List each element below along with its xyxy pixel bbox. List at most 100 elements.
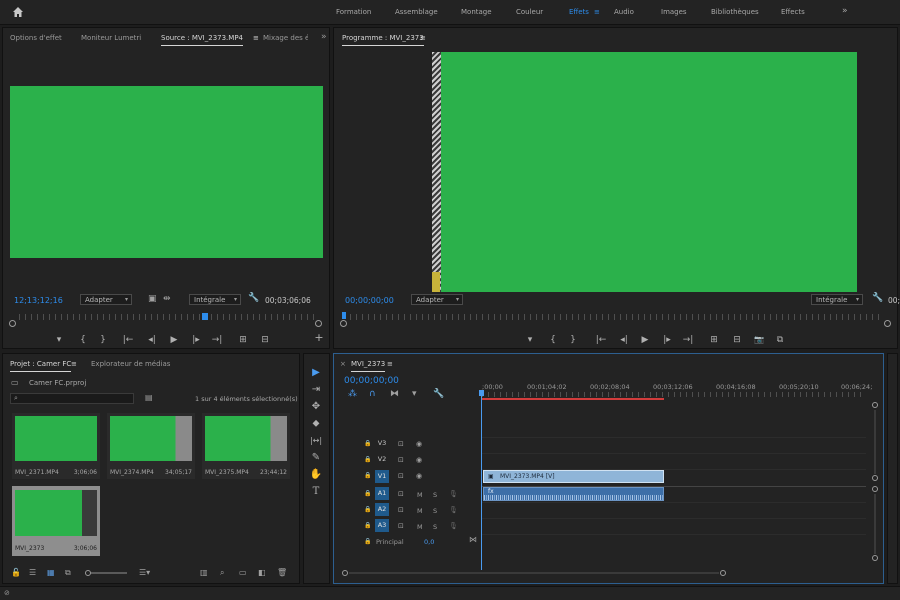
program-fit-select[interactable]: Adapter ▾ — [411, 294, 463, 305]
add-marker-button[interactable]: ▾ — [53, 335, 65, 345]
lock-track-icon[interactable]: 🔒 — [364, 471, 371, 481]
workspace-formation[interactable]: Formation — [336, 8, 371, 16]
sync-lock-icon[interactable]: ⊡ — [398, 489, 404, 499]
freeform-view-icon[interactable]: ⧉ — [65, 568, 71, 578]
mute-button[interactable]: M — [417, 507, 423, 515]
vertical-scroll-mid-handle[interactable] — [872, 475, 878, 481]
workspace-overflow-icon[interactable]: » — [842, 6, 848, 16]
work-area-bar[interactable] — [482, 398, 664, 400]
sync-lock-icon[interactable]: ⊡ — [398, 439, 404, 449]
project-item-mvi-2374[interactable]: MVI_2374.MP4 34;05;17 — [107, 413, 195, 479]
program-play-button[interactable]: ▶ — [639, 335, 651, 345]
track-v3-toggle[interactable]: V3 — [375, 437, 389, 450]
program-scrub-start-handle[interactable] — [340, 320, 347, 327]
workspace-images[interactable]: Images — [661, 8, 687, 16]
list-view-icon[interactable]: ☰ — [29, 568, 36, 578]
vertical-scroll-video[interactable] — [874, 410, 876, 474]
source-playhead[interactable] — [202, 313, 208, 320]
track-a2-toggle[interactable]: A2 — [375, 503, 389, 516]
eye-icon[interactable]: ◉ — [416, 439, 422, 449]
drag-video-icon[interactable]: ⇹ — [163, 294, 171, 304]
eye-icon[interactable]: ◉ — [416, 471, 422, 481]
track-v1-target[interactable]: V1 — [375, 470, 389, 483]
program-playhead[interactable] — [342, 312, 346, 319]
program-mark-in-button[interactable]: { — [547, 335, 559, 345]
sync-lock-icon[interactable]: ⊡ — [398, 521, 404, 531]
timeline-playhead[interactable] — [481, 390, 482, 570]
go-to-end-icon[interactable]: ⋈ — [469, 535, 477, 545]
audio-clip-mvi-2373[interactable]: fx — [483, 487, 664, 501]
status-indicator-icon[interactable]: ⊘ — [4, 589, 10, 597]
linked-selection-icon[interactable]: ⧓ — [390, 389, 399, 399]
source-fit-select[interactable]: Adapter ▾ — [80, 294, 132, 305]
settings-square-icon[interactable]: ▣ — [148, 294, 157, 304]
eye-icon[interactable]: ◉ — [416, 455, 422, 465]
program-step-back-button[interactable]: ◂| — [618, 335, 630, 345]
video-clip-mvi-2373[interactable]: ▣ MVI_2373.MP4 [V] — [483, 470, 664, 483]
new-bin-from-search-icon[interactable]: ▤ — [145, 393, 153, 403]
tab-sequence[interactable]: MVI_2373 — [351, 360, 386, 372]
vertical-scroll-audio-handle[interactable] — [872, 486, 878, 492]
overwrite-button[interactable]: ⊟ — [259, 335, 271, 345]
find-icon[interactable]: ⌕ — [220, 568, 224, 578]
tab-source[interactable]: Source : MVI_2373.MP4 — [161, 34, 243, 46]
source-menu-icon[interactable]: ≡ — [253, 34, 259, 42]
workspace-assemblage[interactable]: Assemblage — [395, 8, 438, 16]
timeline-settings-wrench-icon[interactable]: 🔧 — [433, 389, 444, 399]
razor-tool-icon[interactable]: ⬥ — [309, 417, 323, 431]
source-scrub-end-handle[interactable] — [315, 320, 322, 327]
sort-icons-icon[interactable]: ☰▾ — [139, 568, 150, 578]
source-time-ruler[interactable] — [19, 314, 315, 320]
lift-button[interactable]: ⊞ — [708, 335, 720, 345]
horizontal-scroll-right-handle[interactable] — [720, 570, 726, 576]
solo-button[interactable]: S — [433, 507, 437, 515]
mute-button[interactable]: M — [417, 491, 423, 499]
automate-to-sequence-icon[interactable]: ▥ — [200, 568, 208, 578]
tab-program[interactable]: Programme : MVI_2373 — [342, 34, 424, 46]
program-add-marker-button[interactable]: ▾ — [524, 335, 536, 345]
icon-view-icon[interactable]: ▦ — [47, 568, 55, 578]
microphone-icon[interactable]: 🎙 — [449, 521, 458, 531]
add-marker-icon[interactable]: ▾ — [412, 389, 417, 399]
project-search-input[interactable]: ⌕ — [10, 393, 134, 404]
track-v2-toggle[interactable]: V2 — [375, 453, 389, 466]
project-item-mvi-2375[interactable]: MVI_2375.MP4 23;44;12 — [202, 413, 290, 479]
track-select-tool-icon[interactable]: ⇥ — [309, 383, 323, 397]
track-a1-target[interactable]: A1 — [375, 487, 389, 500]
go-to-out-button[interactable]: →| — [211, 335, 223, 345]
mark-in-button[interactable]: { — [77, 335, 89, 345]
tab-lumetri-monitor[interactable]: Moniteur Lumetri — [81, 34, 141, 42]
sync-lock-icon[interactable]: ⊡ — [398, 471, 404, 481]
project-item-mvi-2373-selected[interactable]: MVI_2373 3;06;06 — [12, 486, 100, 556]
tab-media-browser[interactable]: Explorateur de médias — [91, 360, 170, 368]
new-bin-icon[interactable]: ▭ — [239, 568, 247, 578]
project-menu-icon[interactable]: ≡ — [71, 360, 77, 368]
snap-magnet-icon[interactable]: ∩ — [369, 389, 376, 399]
play-button[interactable]: ▶ — [168, 335, 180, 345]
solo-button[interactable]: S — [433, 523, 437, 531]
workspace-effets[interactable]: Effets — [569, 8, 589, 16]
program-quality-select[interactable]: Intégrale ▾ — [811, 294, 863, 305]
program-menu-icon[interactable]: ≡ — [420, 34, 426, 42]
microphone-icon[interactable]: 🎙 — [449, 505, 458, 515]
timeline-menu-icon[interactable]: ≡ — [387, 360, 393, 368]
timeline-time-ruler[interactable] — [482, 392, 866, 397]
program-go-to-in-button[interactable]: |← — [595, 335, 607, 345]
program-mark-out-button[interactable]: } — [567, 335, 579, 345]
program-timecode[interactable]: 00;00;00;00 — [345, 296, 394, 305]
lock-track-icon[interactable]: 🔒 — [364, 489, 371, 499]
selection-tool-icon[interactable]: ▶ — [309, 366, 323, 380]
program-go-to-out-button[interactable]: →| — [682, 335, 694, 345]
lock-icon[interactable]: 🔓 — [11, 568, 21, 578]
home-icon[interactable] — [12, 6, 24, 18]
extract-button[interactable]: ⊟ — [731, 335, 743, 345]
workspace-bibliotheques[interactable]: Bibliothèques — [711, 8, 759, 16]
master-volume-value[interactable]: 0,0 — [424, 538, 434, 546]
sync-lock-icon[interactable]: ⊡ — [398, 455, 404, 465]
tab-project[interactable]: Projet : Camer FC — [10, 360, 72, 372]
playhead-handle[interactable] — [479, 390, 484, 396]
horizontal-scrollbar[interactable] — [349, 572, 719, 574]
track-a3-toggle[interactable]: A3 — [375, 519, 389, 532]
microphone-icon[interactable]: 🎙 — [449, 489, 458, 499]
tab-audio-mixer[interactable]: Mixage des élé — [263, 34, 308, 42]
